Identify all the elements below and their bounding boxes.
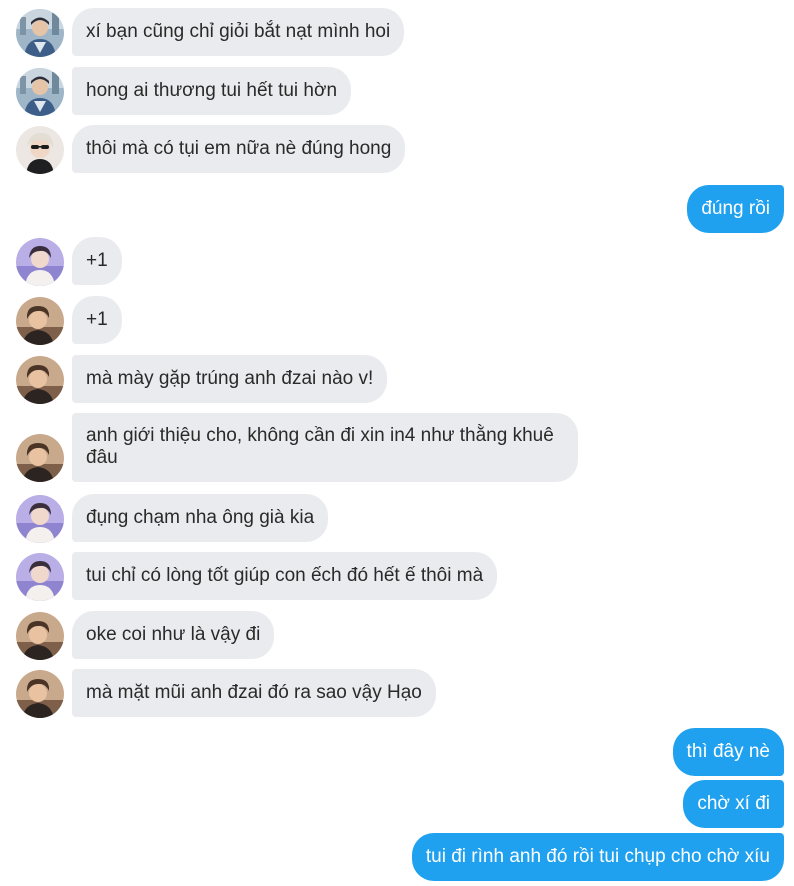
avatar-purple-boy-icon[interactable] (16, 553, 64, 601)
avatar-city-boy-icon[interactable] (16, 68, 64, 116)
incoming-message-bubble[interactable]: anh giới thiệu cho, không cần đi xin in4… (72, 413, 578, 482)
incoming-message-bubble[interactable]: xí bạn cũng chỉ giỏi bắt nạt mình hoi (72, 8, 405, 56)
outgoing-message-bubble[interactable]: chờ xí đi (683, 780, 784, 828)
incoming-message-bubble[interactable]: thôi mà có tụi em nữa nè đúng hong (72, 125, 406, 173)
avatar-blond-boy-icon[interactable] (16, 126, 64, 174)
incoming-message-bubble[interactable]: +1 (72, 296, 122, 344)
outgoing-message-bubble[interactable]: thì đây nè (672, 728, 784, 776)
avatar-purple-boy-icon[interactable] (16, 495, 64, 543)
incoming-message-bubble[interactable]: hong ai thương tui hết tui hờn (72, 67, 352, 115)
avatar-warm-boy-icon[interactable] (16, 612, 64, 660)
avatar-warm-boy-icon[interactable] (16, 297, 64, 345)
incoming-message-bubble[interactable]: oke coi như là vậy đi (72, 611, 275, 659)
incoming-message-bubble[interactable]: +1 (72, 237, 122, 285)
avatar-city-boy-icon[interactable] (16, 9, 64, 57)
avatar-warm-boy-icon[interactable] (16, 356, 64, 404)
avatar-purple-boy-icon[interactable] (16, 238, 64, 286)
avatar-warm-boy-icon[interactable] (16, 670, 64, 718)
outgoing-message-bubble[interactable]: đúng rồi (687, 185, 784, 233)
avatar-warm-boy-icon[interactable] (16, 434, 64, 482)
outgoing-message-bubble[interactable]: tui đi rình anh đó rồi tui chụp cho chờ … (411, 833, 784, 881)
incoming-message-bubble[interactable]: mà mày gặp trúng anh đzai nào v! (72, 355, 388, 403)
incoming-message-bubble[interactable]: đụng chạm nha ông già kia (72, 494, 329, 542)
incoming-message-bubble[interactable]: mà mặt mũi anh đzai đó ra sao vậy Hạo (72, 669, 436, 717)
incoming-message-bubble[interactable]: tui chỉ có lòng tốt giúp con ếch đó hết … (72, 552, 498, 600)
